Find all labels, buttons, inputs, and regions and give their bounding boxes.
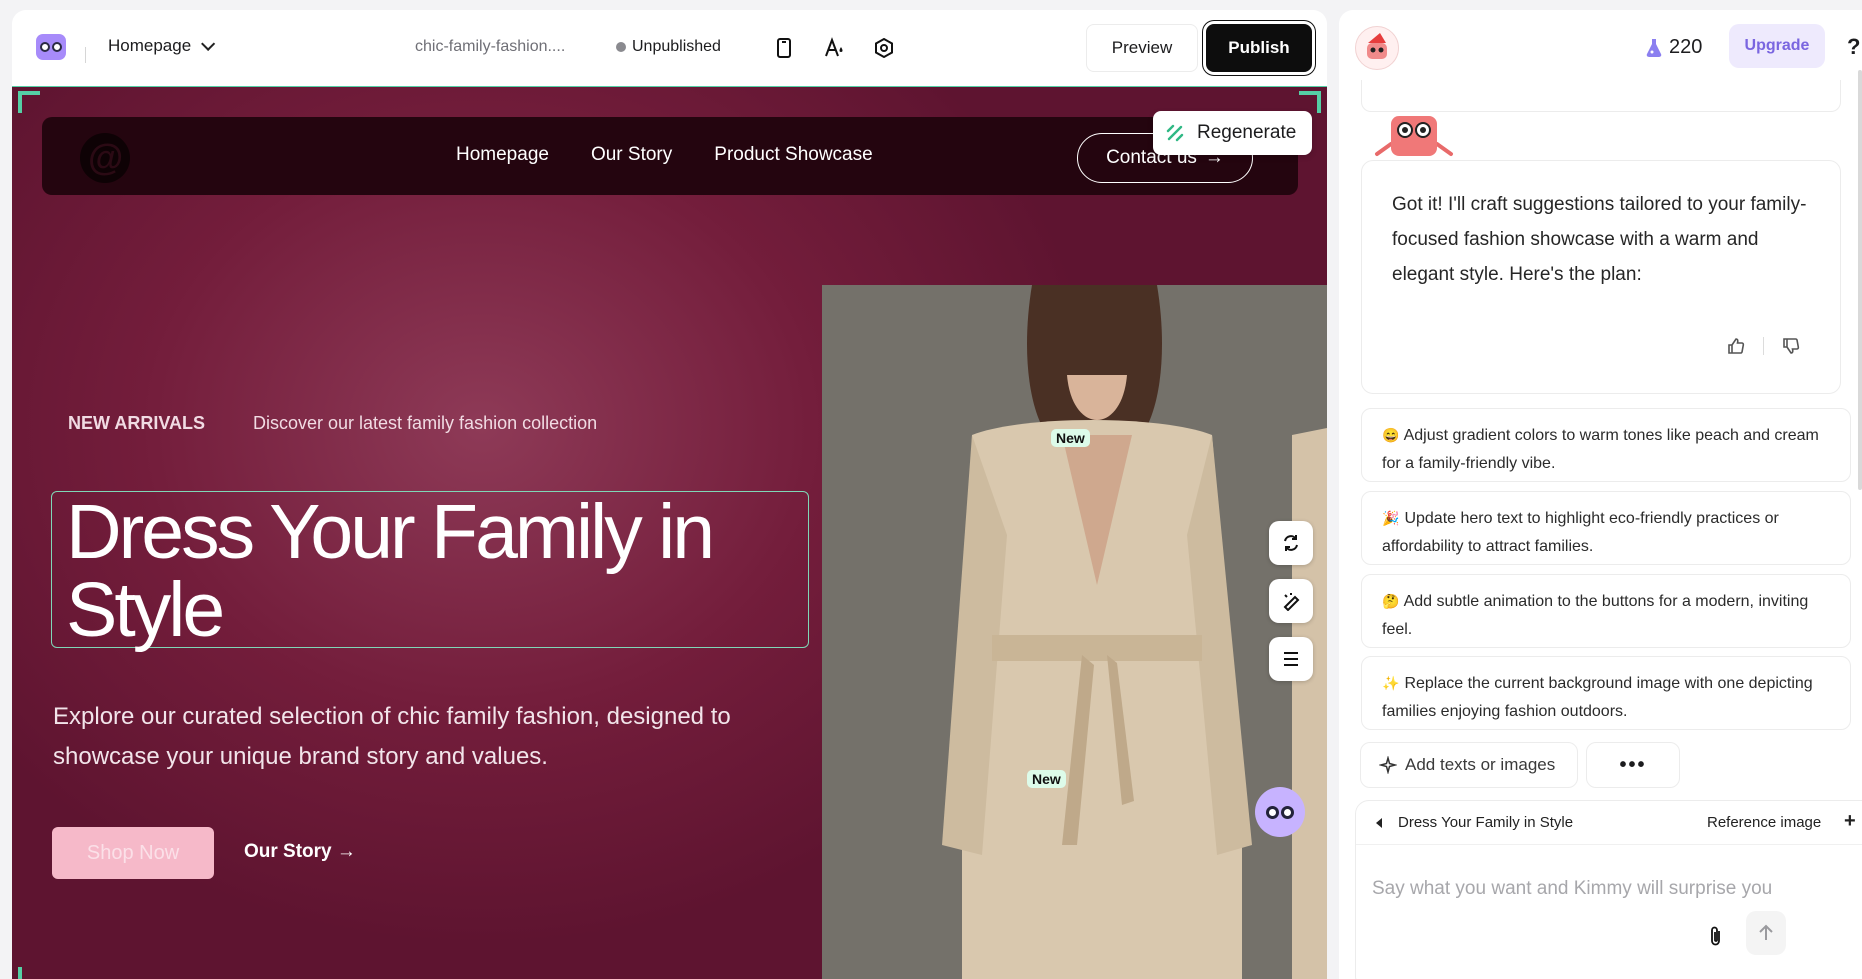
refresh-icon	[1284, 535, 1298, 551]
credits-count: 220	[1669, 36, 1703, 58]
new-badge: New	[1027, 770, 1066, 788]
suggestion-item[interactable]: ✨ Replace the current background image w…	[1361, 656, 1851, 730]
suggestion-text: Add subtle animation to the buttons for …	[1382, 593, 1809, 638]
new-badge: New	[1051, 429, 1090, 447]
element-tools	[1269, 521, 1313, 681]
eyebrow-label: NEW ARRIVALS	[68, 413, 205, 433]
suggestion-item[interactable]: 😄 Adjust gradient colors to warm tones l…	[1361, 408, 1851, 482]
potion-icon	[1646, 38, 1662, 57]
regenerate-button[interactable]: Regenerate	[1153, 111, 1313, 155]
hero-fashion-image[interactable]	[822, 285, 1327, 979]
send-button[interactable]	[1746, 911, 1786, 955]
hero-description[interactable]: Explore our curated selection of chic fa…	[53, 697, 813, 777]
more-options-button[interactable]	[1269, 637, 1313, 681]
publish-status: Unpublished	[616, 38, 721, 56]
suggestion-item[interactable]: 🤔 Add subtle animation to the buttons fo…	[1361, 574, 1851, 648]
mobile-view-icon[interactable]	[770, 34, 798, 62]
thumbs-down-icon[interactable]	[1782, 337, 1800, 355]
hero-title[interactable]: Dress Your Family in Style	[66, 493, 806, 649]
help-icon[interactable]: ?	[1847, 34, 1860, 60]
project-name: chic-family-fashion....	[415, 38, 566, 55]
page-selector[interactable]: Homepage	[108, 36, 216, 56]
page-selector-label: Homepage	[108, 36, 192, 55]
selection-corner	[1299, 91, 1321, 113]
emoji-icon: 🎉	[1382, 510, 1400, 526]
shop-now-button[interactable]: Shop Now	[52, 827, 214, 879]
sparkle-icon	[1379, 756, 1397, 774]
assistant-panel: 220 Upgrade ? Got it! I'll craft suggest…	[1339, 10, 1862, 979]
site-nav-links: Homepage Our Story Product Showcase	[456, 144, 873, 166]
upgrade-button[interactable]: Upgrade	[1729, 24, 1825, 68]
our-story-link[interactable]: Our Story →	[244, 841, 356, 863]
message-feedback	[1727, 337, 1800, 355]
more-actions-button[interactable]: •••	[1586, 742, 1680, 788]
status-label: Unpublished	[632, 38, 721, 55]
context-row: Dress Your Family in Style Reference ima…	[1356, 801, 1862, 845]
reference-image-button[interactable]: Reference image	[1707, 814, 1821, 831]
add-reference-icon[interactable]: +	[1844, 810, 1856, 833]
suggestion-text: Replace the current background image wit…	[1382, 675, 1813, 720]
hero-eyebrow: NEW ARRIVALS Discover our latest family …	[68, 413, 597, 434]
replace-image-button[interactable]	[1269, 521, 1313, 565]
preview-button[interactable]: Preview	[1086, 24, 1198, 72]
assistant-avatar[interactable]	[1355, 26, 1399, 70]
assistant-message-text: Got it! I'll craft suggestions tailored …	[1392, 194, 1807, 285]
site-navbar[interactable]: @ Homepage Our Story Product Showcase Co…	[42, 117, 1298, 195]
emoji-icon: 🤔	[1382, 593, 1400, 609]
credits-display: 220	[1645, 36, 1702, 59]
regenerate-label: Regenerate	[1197, 122, 1297, 143]
suggestion-text: Update hero text to highlight eco-friend…	[1382, 510, 1779, 555]
publish-button[interactable]: Publish	[1206, 24, 1312, 72]
previous-message-card	[1361, 80, 1841, 112]
site-logo[interactable]: @	[80, 133, 130, 183]
selection-corner	[18, 91, 40, 113]
prompt-input[interactable]	[1372, 859, 1842, 919]
nav-link-homepage[interactable]: Homepage	[456, 144, 549, 166]
add-texts-images-button[interactable]: Add texts or images	[1360, 742, 1578, 788]
settings-icon[interactable]	[870, 34, 898, 62]
editor-area: Homepage chic-family-fashion.... Unpubli…	[0, 0, 1335, 979]
edit-image-button[interactable]	[1269, 579, 1313, 623]
mascot-avatar-icon	[1367, 33, 1387, 59]
kimmy-mascot-icon[interactable]	[1255, 787, 1305, 837]
selection-corner	[18, 967, 40, 979]
suggestion-text: Adjust gradient colors to warm tones lik…	[1382, 427, 1819, 472]
status-dot-icon	[616, 42, 626, 52]
chat-scrollbar[interactable]	[1858, 70, 1862, 490]
add-texts-label: Add texts or images	[1405, 755, 1556, 774]
prompt-composer: Dress Your Family in Style Reference ima…	[1355, 800, 1862, 979]
thumbs-up-icon[interactable]	[1727, 337, 1745, 355]
assistant-message: Got it! I'll craft suggestions tailored …	[1361, 160, 1841, 394]
arrow-up-icon	[1759, 924, 1773, 940]
attachment-icon[interactable]	[1704, 921, 1728, 951]
regenerate-icon	[1166, 124, 1184, 142]
emoji-icon: ✨	[1382, 675, 1400, 691]
suggestion-item[interactable]: 🎉 Update hero text to highlight eco-frie…	[1361, 491, 1851, 565]
divider	[1763, 337, 1764, 355]
chevron-down-icon	[201, 36, 216, 51]
divider	[85, 47, 86, 63]
app-logo-icon[interactable]	[36, 34, 66, 60]
theme-style-icon[interactable]	[820, 34, 848, 62]
site-preview-canvas[interactable]: @ Homepage Our Story Product Showcase Co…	[12, 86, 1327, 979]
context-title: Dress Your Family in Style	[1398, 814, 1574, 831]
nav-link-product-showcase[interactable]: Product Showcase	[714, 144, 872, 166]
menu-icon	[1284, 652, 1298, 666]
collapse-arrow-icon[interactable]	[1376, 817, 1382, 828]
editor-toolbar: Homepage chic-family-fashion.... Unpubli…	[12, 10, 1327, 86]
emoji-icon: 😄	[1382, 427, 1400, 443]
fashion-model-illustration	[822, 285, 1327, 979]
magic-edit-icon	[1283, 593, 1300, 611]
eyebrow-text: Discover our latest family fashion colle…	[253, 413, 598, 433]
nav-link-our-story[interactable]: Our Story	[591, 144, 672, 166]
